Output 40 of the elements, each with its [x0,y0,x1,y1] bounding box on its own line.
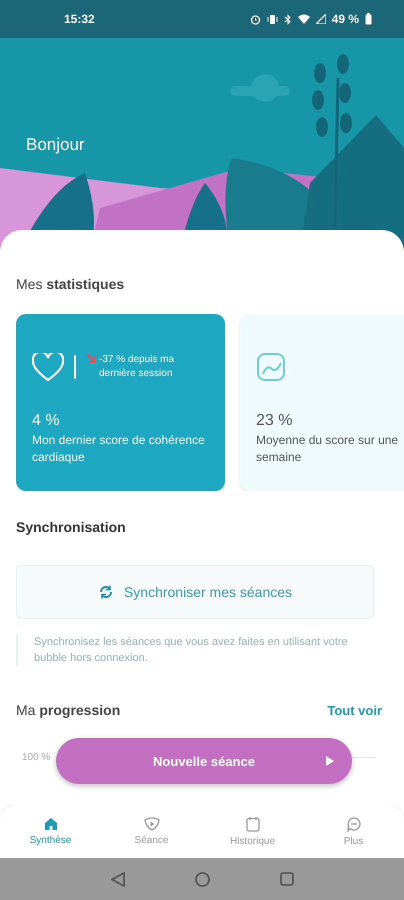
calendar-icon [246,816,260,832]
tab[interactable]: Synthèse [0,805,101,858]
recents-icon[interactable] [280,872,294,886]
play-shield-icon [144,817,160,831]
battery-icon [365,13,372,25]
stat-value: 4 % [32,412,61,430]
wifi-icon [298,14,310,24]
chart-icon [256,352,286,382]
tab[interactable]: Historique [202,805,303,858]
heart-icon [32,352,64,382]
status-time: 15:32 [64,12,96,26]
sync-icon [98,584,114,600]
axis-label: 100 % [22,752,50,763]
sync-button[interactable]: Synchroniser mes séances [16,565,374,619]
trend-text: -37 % depuis ma dernière session [99,353,176,381]
battery-level: 49 % [332,12,359,26]
stat-card[interactable]: 23 % Moyenne du score sur une semaine [240,314,404,491]
tab[interactable]: Plus [303,805,404,858]
vibrate-icon [266,14,278,24]
see-all-link[interactable]: Tout voir [327,702,382,718]
stat-label: Moyenne du score sur une semaine [256,432,400,466]
sync-note: Synchronisez les séances que vous avez faites en utilisant votre bubble hors connexion. [16,634,374,666]
home-button-icon[interactable] [194,872,210,886]
stat-value: 23 % [256,412,294,430]
down-arrow-icon [86,353,96,363]
greeting-title: Bonjour [26,135,85,155]
alarm-icon [250,14,261,24]
stat-label: Mon dernier score de cohérence cardiaque [32,432,206,466]
new-session-button[interactable]: Nouvelle séance [56,738,352,784]
chat-icon [346,816,360,832]
section-title: Mes statistiques [16,276,126,292]
play-icon [326,756,334,766]
home-icon [44,817,58,831]
section-title: Synchronisation [16,519,127,535]
back-icon[interactable] [110,872,124,886]
stat-card[interactable]: -37 % depuis ma dernière session 4 % Mon dernier score de cohérence cardiaque [16,314,225,491]
signal-icon [316,14,326,24]
bluetooth-icon [284,14,292,24]
tab[interactable]: Séance [101,805,202,858]
section-title: Ma progression [16,702,120,718]
